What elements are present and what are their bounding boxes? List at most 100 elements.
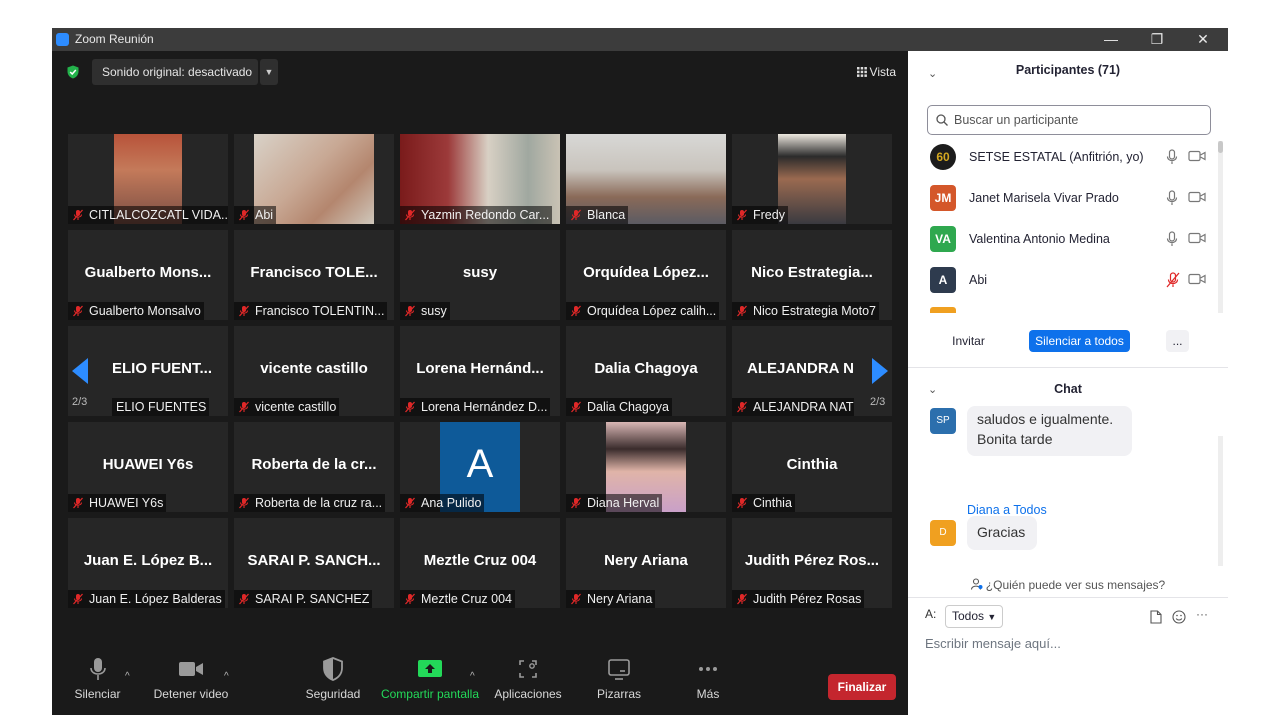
video-options-caret[interactable]: ^ [224, 671, 229, 682]
encryption-shield-icon[interactable] [66, 65, 80, 79]
mute-button[interactable]: Silenciar [70, 657, 125, 711]
divider [908, 597, 1228, 598]
participants-scrollbar[interactable] [1218, 141, 1223, 313]
participant-row[interactable]: 60 SETSE ESTATAL (Anfitrión, yo) [908, 141, 1218, 177]
video-tile[interactable]: Lorena Hernánd... Lorena Hernández D... [400, 326, 560, 416]
video-tile[interactable]: Gualberto Mons... Gualberto Monsalvo [68, 230, 228, 320]
emoji-icon[interactable] [1172, 610, 1186, 624]
participant-label: Ana Pulido [400, 494, 485, 512]
video-gallery: Sonido original: desactivado ▼ Vista CIT… [52, 51, 908, 715]
video-tile[interactable]: ELIO FUENT... ELIO FUENTES [68, 326, 228, 416]
video-camera-icon[interactable] [1188, 273, 1206, 285]
video-tile[interactable]: Francisco TOLE... Francisco TOLENTIN... [234, 230, 394, 320]
view-button[interactable]: Vista [851, 59, 902, 85]
restore-button[interactable]: ❐ [1134, 28, 1180, 51]
video-tile[interactable]: vicente castillo vicente castillo [234, 326, 394, 416]
video-tile[interactable]: Nery Ariana Nery Ariana [566, 518, 726, 608]
minimize-button[interactable]: — [1088, 28, 1134, 51]
share-options-caret[interactable]: ^ [470, 671, 475, 682]
video-tile[interactable]: Cinthia Cinthia [732, 422, 892, 512]
video-tile[interactable]: Dalia Chagoya Dalia Chagoya [566, 326, 726, 416]
participants-more-button[interactable]: ... [1166, 330, 1189, 352]
more-button[interactable]: Más [688, 657, 728, 711]
video-tile[interactable]: Nico Estrategia... Nico Estrategia Moto7 [732, 230, 892, 320]
who-can-see-messages[interactable]: ¿Quién puede ver sus mensajes? [908, 578, 1228, 592]
video-tile[interactable]: Diana Herval [566, 422, 726, 512]
video-tile[interactable]: HUAWEI Y6s HUAWEI Y6s [68, 422, 228, 512]
recipient-select[interactable]: Todos ▼ [945, 605, 1003, 628]
video-tile[interactable]: Juan E. López B... Juan E. López Baldera… [68, 518, 228, 608]
participant-row[interactable]: A Abi [908, 260, 1218, 300]
end-meeting-button[interactable]: Finalizar [828, 674, 896, 700]
avatar: SP [930, 408, 956, 434]
close-button[interactable]: ✕ [1180, 28, 1226, 51]
who-can-see-label: ¿Quién puede ver sus mensajes? [985, 578, 1166, 592]
apps-label: Aplicaciones [494, 687, 562, 701]
muted-microphone-icon[interactable] [1166, 272, 1180, 288]
muted-mic-icon [405, 305, 415, 317]
participant-name-display: Cinthia [786, 456, 838, 473]
participant-row[interactable]: VA Valentina Antonio Medina [908, 219, 1218, 259]
previous-page-arrow-icon[interactable] [68, 356, 92, 386]
video-camera-icon[interactable] [1188, 232, 1206, 244]
muted-mic-icon [239, 209, 249, 221]
participant-name-display: Judith Pérez Ros... [744, 552, 880, 569]
participant-list: 60 SETSE ESTATAL (Anfitrión, yo) JM Jane… [908, 141, 1218, 313]
zoom-window: Zoom Reunión — ❐ ✕ Sonido original: desa… [52, 28, 1228, 715]
invite-button[interactable]: Invitar [945, 330, 992, 352]
video-tile[interactable]: susy susy [400, 230, 560, 320]
participant-name-display: Gualberto Mons... [84, 264, 212, 281]
next-page-arrow-icon[interactable] [868, 356, 892, 386]
participant-name: Valentina Antonio Medina [969, 232, 1110, 246]
scrollbar-thumb[interactable] [1218, 141, 1223, 153]
video-tile[interactable]: Fredy [732, 134, 892, 224]
muted-mic-icon [73, 209, 83, 221]
stop-video-button[interactable]: Detener video [152, 657, 230, 711]
share-screen-button[interactable]: Compartir pantalla [378, 657, 482, 711]
mute-all-button[interactable]: Silenciar a todos [1029, 330, 1130, 352]
video-tile[interactable]: Yazmin Redondo Car... [400, 134, 560, 224]
video-tile[interactable]: Blanca [566, 134, 726, 224]
stop-video-label: Detener video [153, 687, 229, 701]
security-button[interactable]: Seguridad [304, 657, 362, 711]
participant-name-display: Nico Estrategia... [751, 264, 873, 281]
muted-mic-icon [239, 305, 249, 317]
chat-scrollbar[interactable] [1218, 436, 1223, 566]
microphone-icon[interactable] [1166, 190, 1178, 206]
muted-mic-icon [405, 497, 415, 509]
participant-name-display: Nery Ariana [604, 552, 688, 569]
participant-name-display: Roberta de la cr... [251, 456, 377, 473]
microphone-icon[interactable] [1166, 149, 1178, 165]
video-tile[interactable]: SARAI P. SANCH... SARAI P. SANCHEZ [234, 518, 394, 608]
apps-button[interactable]: Aplicaciones [494, 657, 562, 711]
video-tile[interactable]: Judith Pérez Ros... Judith Pérez Rosas [732, 518, 892, 608]
video-tile[interactable]: A Ana Pulido [400, 422, 560, 512]
video-tile[interactable]: CITLALCOZCATL VIDA... [68, 134, 228, 224]
participant-name-display: Juan E. López B... [83, 552, 213, 569]
file-icon[interactable] [1150, 610, 1162, 624]
audio-options-caret[interactable]: ^ [125, 671, 130, 682]
chat-message-input[interactable]: Escribir mensaje aquí... [925, 636, 1061, 651]
video-tile[interactable]: Orquídea López... Orquídea López calih..… [566, 230, 726, 320]
video-tile[interactable]: Abi [234, 134, 394, 224]
microphone-icon[interactable] [1166, 231, 1178, 247]
participant-label: Nery Ariana [566, 590, 656, 608]
video-tile[interactable]: Roberta de la cr... Roberta de la cruz r… [234, 422, 394, 512]
participant-label: Cinthia [732, 494, 795, 512]
participant-row[interactable]: JM Janet Marisela Vivar Prado [908, 178, 1218, 218]
chat-message: Gracias [967, 516, 1037, 550]
participants-header: Participantes (71) [1015, 63, 1121, 77]
video-tile[interactable]: Meztle Cruz 004 Meztle Cruz 004 [400, 518, 560, 608]
video-camera-icon [179, 662, 203, 676]
participant-search-input[interactable]: Buscar un participante [927, 105, 1211, 135]
video-camera-icon[interactable] [1188, 150, 1206, 162]
original-sound-button[interactable]: Sonido original: desactivado [92, 59, 258, 85]
meeting-toolbar: Silenciar ^ Detener video ^ Seguridad Co… [52, 649, 908, 715]
avatar: A [930, 267, 956, 293]
chat-more-icon[interactable]: ··· [1196, 607, 1208, 621]
original-sound-dropdown[interactable]: ▼ [260, 59, 278, 85]
participant-label: Meztle Cruz 004 [400, 590, 516, 608]
whiteboards-button[interactable]: Pizarras [592, 657, 646, 711]
video-camera-icon[interactable] [1188, 191, 1206, 203]
chat-header: Chat [1054, 382, 1082, 396]
